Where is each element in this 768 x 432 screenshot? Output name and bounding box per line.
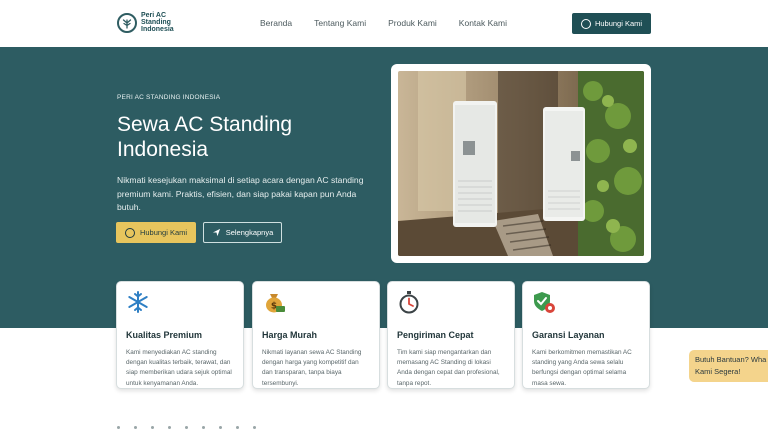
feature-text: Nikmati layanan sewa AC Standing dengan … [262,349,362,387]
feature-title: Kualitas Premium [126,330,203,340]
feature-title: Garansi Layanan [532,330,605,340]
feature-text: Tim kami siap mengantarkan dan memasang … [397,349,500,387]
site-logo[interactable]: Peri AC Standing Indonesia [117,12,179,33]
nav-link-tentang-kami[interactable]: Tentang Kami [314,18,366,28]
feature-card-warranty: Garansi Layanan Kami berkomitmen memasti… [522,281,650,389]
send-arrow-icon [212,228,220,237]
nav-link-beranda[interactable]: Beranda [260,18,292,28]
hero-contact-button[interactable]: Hubungi Kami [116,222,196,243]
nav-contact-button[interactable]: Hubungi Kami [572,13,651,34]
hero-image-frame [391,64,651,263]
stopwatch-icon [399,291,419,314]
feature-text: Kami menyediakan AC standing dengan kual… [126,349,232,387]
hero-contact-label: Hubungi Kami [139,228,188,237]
hero-eyebrow: PERI AC STANDING INDONESIA [117,94,221,101]
hero-description: Nikmati kesejukan maksimal di setiap aca… [117,175,364,212]
help-chat-widget[interactable]: Butuh Bantuan? Wha Kami Segera! [689,350,768,382]
nav-contact-label: Hubungi Kami [594,19,643,28]
whatsapp-icon [124,227,135,238]
feature-card-delivery: Pengiriman Cepat Tim kami siap mengantar… [387,281,515,389]
feature-text: Kami berkomitmen memastikan AC standing … [532,349,632,387]
whatsapp-icon [580,18,591,29]
shield-check-icon [534,292,555,313]
feature-title: Pengiriman Cepat [397,330,474,340]
nav-link-kontak-kami[interactable]: Kontak Kami [459,18,507,28]
snowflake-icon [128,291,148,313]
main-menu: Beranda Tentang Kami Produk Kami Kontak … [260,18,529,28]
nav-link-produk-kami[interactable]: Produk Kami [388,18,437,28]
section-decor-dots [117,426,256,429]
ac-standing-photo [398,71,644,256]
logo-text: Peri AC Standing Indonesia [141,12,174,33]
feature-title: Harga Murah [262,330,318,340]
feature-card-price: $ Harga Murah Nikmati layanan sewa AC St… [252,281,380,389]
top-navigation: Peri AC Standing Indonesia Beranda Tenta… [0,0,768,47]
feature-card-quality: Kualitas Premium Kami menyediakan AC sta… [116,281,244,389]
learn-more-label: Selengkapnya [225,228,274,237]
money-bag-icon: $ [266,294,285,313]
hero-title: Sewa AC Standing Indonesia [117,113,293,161]
leaf-logo-icon [117,12,137,33]
learn-more-button[interactable]: Selengkapnya [203,222,282,243]
